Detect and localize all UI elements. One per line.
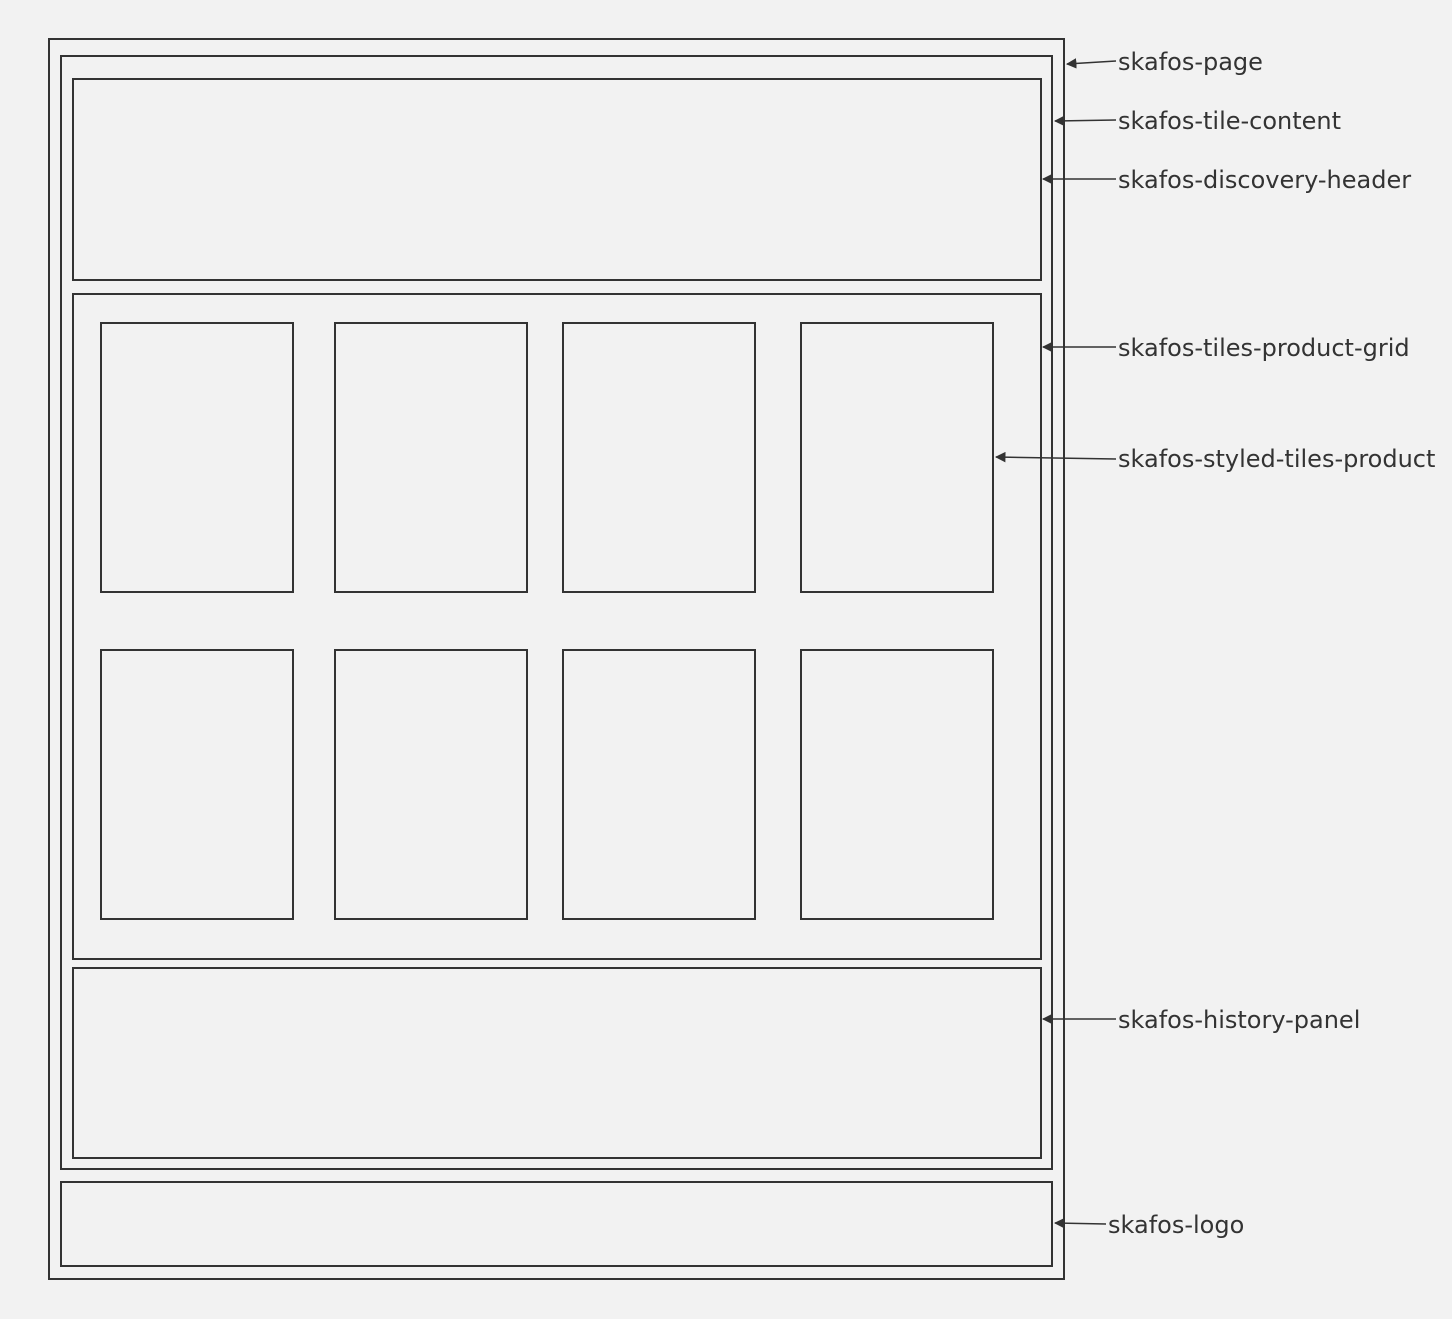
product-tile bbox=[562, 322, 756, 593]
product-tile bbox=[562, 649, 756, 920]
product-tile bbox=[800, 649, 994, 920]
label-skafos-history-panel: skafos-history-panel bbox=[1118, 1006, 1361, 1034]
label-skafos-tiles-product-grid: skafos-tiles-product-grid bbox=[1118, 334, 1410, 362]
product-tile bbox=[100, 649, 294, 920]
label-skafos-logo: skafos-logo bbox=[1108, 1211, 1245, 1239]
product-tile bbox=[800, 322, 994, 593]
label-skafos-page: skafos-page bbox=[1118, 48, 1263, 76]
label-skafos-styled-tiles-product: skafos-styled-tiles-product bbox=[1118, 445, 1436, 473]
label-skafos-tile-content: skafos-tile-content bbox=[1118, 107, 1342, 135]
arrow-page bbox=[1065, 58, 1117, 69]
label-skafos-discovery-header: skafos-discovery-header bbox=[1118, 166, 1412, 194]
product-tile bbox=[334, 322, 528, 593]
skafos-logo-box bbox=[60, 1181, 1053, 1267]
skafos-history-panel-box bbox=[72, 967, 1042, 1159]
product-tile bbox=[334, 649, 528, 920]
product-tile bbox=[100, 322, 294, 593]
skafos-discovery-header-box bbox=[72, 78, 1042, 281]
